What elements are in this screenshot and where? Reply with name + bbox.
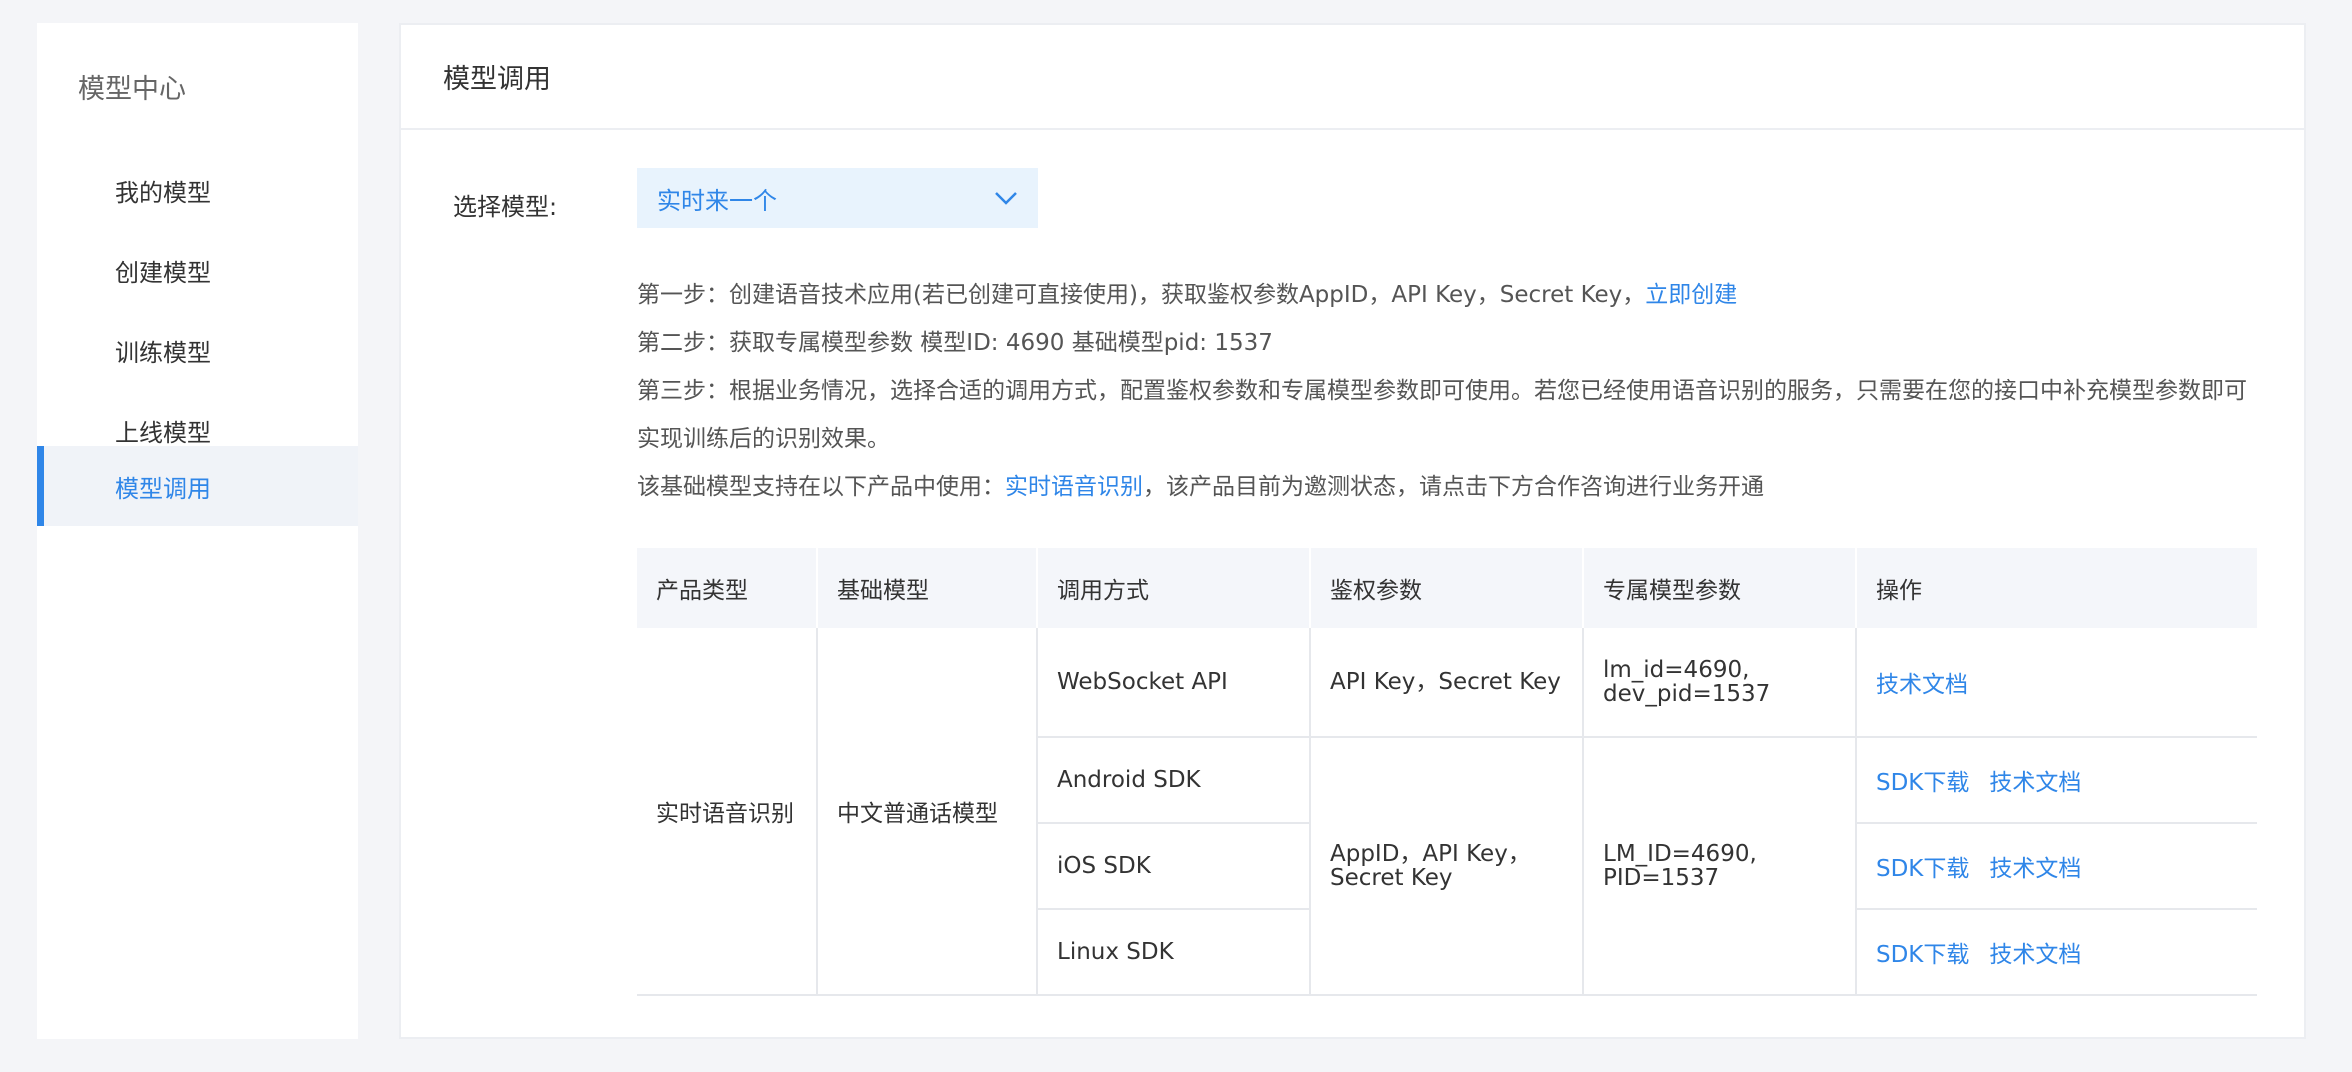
note-prefix: 该基础模型支持在以下产品中使用： [637, 474, 1005, 500]
sidebar-item-create-model[interactable]: 创建模型 [37, 230, 358, 310]
tech-doc-link[interactable]: 技术文档 [1876, 672, 1968, 698]
model-select-value: 实时来一个 [657, 186, 777, 215]
sidebar-title: 模型中心 [78, 74, 186, 105]
invoke-table: 产品类型 基础模型 调用方式 鉴权参数 专属模型参数 操作 实时语音识别 中文普… [637, 548, 2257, 996]
cell-method: iOS SDK [1036, 823, 1310, 910]
cell-auth: API Key，Secret Key [1309, 628, 1583, 738]
sdk-download-link[interactable]: SDK下载 [1876, 856, 1969, 882]
cell-base-model: 中文普通话模型 [816, 628, 1037, 996]
cell-method: Android SDK [1036, 737, 1310, 824]
sidebar-item-label: 训练模型 [115, 338, 211, 367]
table-header-row: 产品类型 基础模型 调用方式 鉴权参数 专属模型参数 操作 [637, 548, 2257, 628]
cell-method: Linux SDK [1036, 909, 1310, 996]
sidebar-item-label: 上线模型 [115, 418, 211, 447]
sidebar: 模型中心 我的模型 创建模型 训练模型 上线模型 模型调用 [37, 23, 358, 1039]
header-product-type: 产品类型 [637, 548, 817, 628]
cell-model-params: lm_id=4690, dev_pid=1537 [1582, 628, 1856, 738]
sidebar-item-train-model[interactable]: 训练模型 [37, 310, 358, 390]
cell-product-type: 实时语音识别 [637, 628, 817, 996]
header-method: 调用方式 [1036, 548, 1310, 628]
step-1: 第一步：创建语音技术应用(若已创建可直接使用)，获取鉴权参数AppID，API … [637, 271, 1737, 319]
model-select[interactable]: 实时来一个 [637, 168, 1038, 228]
sidebar-item-label: 我的模型 [115, 178, 211, 207]
sidebar-item-my-models[interactable]: 我的模型 [37, 150, 358, 230]
tech-doc-link[interactable]: 技术文档 [1989, 942, 2081, 968]
step-1-text: 第一步：创建语音技术应用(若已创建可直接使用)，获取鉴权参数AppID，API … [637, 282, 1646, 308]
sdk-download-link[interactable]: SDK下载 [1876, 770, 1969, 796]
cell-actions: SDK下载 技术文档 [1855, 909, 2257, 996]
header-model-params: 专属模型参数 [1582, 548, 1856, 628]
header-base-model: 基础模型 [816, 548, 1037, 628]
page-title: 模型调用 [401, 25, 2304, 130]
note-suffix: ，该产品目前为邀测状态，请点击下方合作咨询进行业务开通 [1143, 474, 1764, 500]
chevron-down-icon [995, 192, 1017, 205]
cell-actions: SDK下载 技术文档 [1855, 737, 2257, 824]
cell-model-params: LM_ID=4690, PID=1537 [1582, 737, 1856, 996]
realtime-asr-link[interactable]: 实时语音识别 [1005, 474, 1143, 500]
sidebar-item-label: 模型调用 [115, 474, 211, 503]
table-row: 实时语音识别 中文普通话模型 WebSocket API API Key，Sec… [637, 628, 2257, 996]
tech-doc-link[interactable]: 技术文档 [1989, 770, 2081, 796]
header-auth: 鉴权参数 [1309, 548, 1583, 628]
sidebar-item-label: 创建模型 [115, 258, 211, 287]
cell-actions: 技术文档 [1855, 628, 2257, 738]
select-model-label: 选择模型: [453, 193, 558, 221]
header-actions: 操作 [1855, 548, 2257, 628]
step-3: 第三步：根据业务情况，选择合适的调用方式，配置鉴权参数和专属模型参数即可使用。若… [637, 378, 2247, 452]
step-2: 第二步：获取专属模型参数 模型ID: 4690 基础模型pid: 1537 [637, 330, 1273, 356]
create-now-link[interactable]: 立即创建 [1645, 282, 1737, 308]
sidebar-item-model-invoke[interactable]: 模型调用 [37, 446, 358, 526]
main-panel: 模型调用 选择模型: 实时来一个 第一步：创建语音技术应用(若已创建可直接使用)… [399, 23, 2306, 1039]
tech-doc-link[interactable]: 技术文档 [1989, 856, 2081, 882]
cell-method: WebSocket API [1036, 628, 1310, 738]
cell-auth: AppID，API Key，Secret Key [1309, 737, 1583, 996]
product-note: 该基础模型支持在以下产品中使用：实时语音识别，该产品目前为邀测状态，请点击下方合… [637, 463, 1764, 511]
sdk-download-link[interactable]: SDK下载 [1876, 942, 1969, 968]
cell-actions: SDK下载 技术文档 [1855, 823, 2257, 910]
